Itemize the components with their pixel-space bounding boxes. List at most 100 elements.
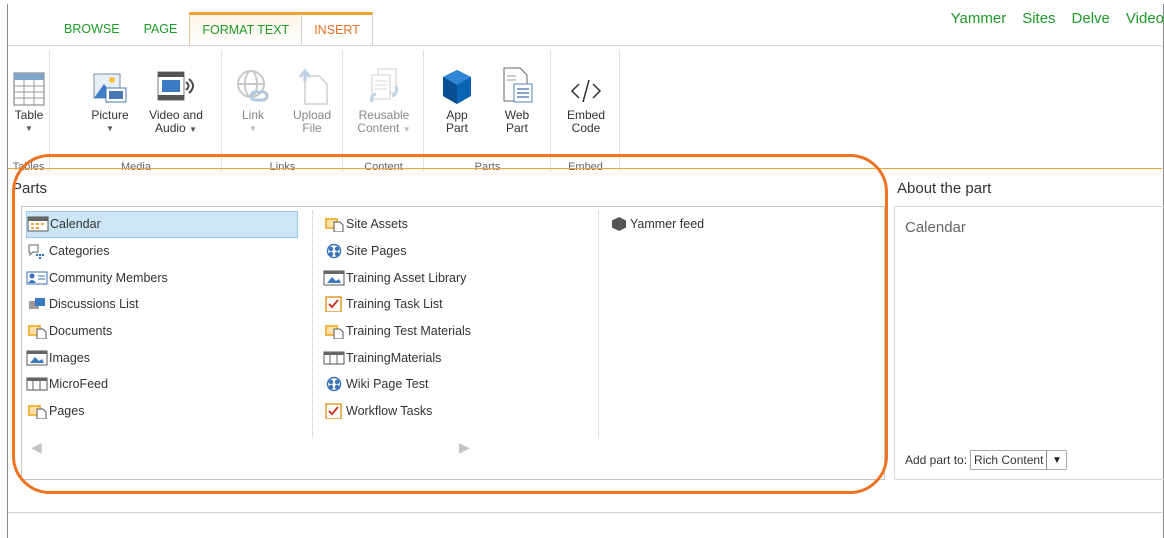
code-icon xyxy=(558,60,614,106)
table-button[interactable]: Table ▼ xyxy=(12,60,46,135)
part-item-discussions-list[interactable]: Discussions List xyxy=(26,291,310,318)
delve-link[interactable]: Delve xyxy=(1072,10,1110,27)
chevron-down-icon: ▼ xyxy=(402,125,411,134)
ribbon-bottom-line xyxy=(8,168,1162,169)
part-item-site-pages[interactable]: Site Pages xyxy=(313,238,596,265)
hexagon-app-icon xyxy=(612,217,626,232)
part-item-workflow-tasks[interactable]: Workflow Tasks xyxy=(313,398,596,425)
globe-link-icon xyxy=(231,60,275,106)
add-part-value: Rich Content xyxy=(974,453,1044,467)
parts-column-1: Calendar Categories Community Members Di… xyxy=(26,211,310,437)
add-part-label: Add part to: xyxy=(905,453,968,467)
video-audio-button[interactable]: Video and Audio ▼ xyxy=(147,60,205,136)
part-item-wiki-page-test[interactable]: Wiki Page Test xyxy=(313,371,596,398)
task-list-icon xyxy=(325,296,342,313)
chevron-down-icon[interactable]: ▼ xyxy=(1046,451,1066,469)
sites-link[interactable]: Sites xyxy=(1022,10,1055,27)
video-link[interactable]: Video xyxy=(1126,10,1164,27)
group-title-embed: Embed xyxy=(568,161,603,172)
group-tables: Table ▼ Tables xyxy=(8,50,50,172)
embed-code-button[interactable]: Embed Code xyxy=(558,60,614,135)
suite-links: Yammer Sites Delve Video xyxy=(951,10,1164,27)
part-item-yammer-feed[interactable]: Yammer feed xyxy=(599,211,882,238)
tab-browse[interactable]: BROWSE xyxy=(52,12,132,46)
part-label: Images xyxy=(49,350,90,365)
next-arrow-icon[interactable]: ▶ xyxy=(459,439,470,456)
part-item-categories[interactable]: Categories xyxy=(26,238,310,265)
bottom-divider xyxy=(8,512,1162,513)
previous-arrow-icon[interactable]: ◀ xyxy=(31,439,42,456)
video-label-line2: Audio xyxy=(155,121,186,135)
group-title-parts: Parts xyxy=(474,161,501,172)
part-item-documents[interactable]: Documents xyxy=(26,318,310,345)
app-part-button[interactable]: App Part xyxy=(433,60,481,135)
part-item-training-asset-library[interactable]: Training Asset Library xyxy=(313,264,596,291)
tab-insert[interactable]: INSERT xyxy=(301,12,373,46)
part-item-site-assets[interactable]: Site Assets xyxy=(313,211,596,238)
part-label: Discussions List xyxy=(49,297,139,312)
yammer-link[interactable]: Yammer xyxy=(951,10,1007,27)
upload-file-button[interactable]: Upload File xyxy=(285,60,339,135)
part-item-community-members[interactable]: Community Members xyxy=(26,264,310,291)
reusable-content-icon xyxy=(350,60,418,106)
web-part-button[interactable]: Web Part xyxy=(493,60,541,135)
tab-format-text[interactable]: FORMAT TEXT xyxy=(189,12,302,46)
part-label: Training Task List xyxy=(346,297,443,312)
picture-button[interactable]: Picture ▼ xyxy=(85,60,135,135)
discussion-icon xyxy=(29,298,45,310)
chevron-down-icon: ▼ xyxy=(106,124,114,133)
upload-label-line2: File xyxy=(302,121,322,135)
parts-title: Parts xyxy=(12,180,48,197)
wiki-icon xyxy=(326,377,342,392)
ribbon-tabs: BROWSE PAGE FORMAT TEXT INSERT xyxy=(52,12,373,46)
table-label: Table xyxy=(14,108,44,122)
chevron-down-icon: ▼ xyxy=(25,124,33,133)
image-library-icon xyxy=(323,270,345,286)
wiki-icon xyxy=(326,243,342,259)
part-label: Workflow Tasks xyxy=(346,404,433,419)
parts-list: Calendar Categories Community Members Di… xyxy=(21,206,885,480)
group-content: Reusable Content ▼ Content xyxy=(344,50,424,172)
document-library-icon xyxy=(325,218,344,233)
reusable-content-button[interactable]: Reusable Content ▼ xyxy=(350,60,418,136)
part-label: Documents xyxy=(49,324,113,339)
part-item-training-test-materials[interactable]: Training Test Materials xyxy=(313,318,596,345)
part-item-calendar[interactable]: Calendar xyxy=(26,211,298,238)
about-title: About the part xyxy=(897,180,992,197)
link-label: Link xyxy=(241,108,264,122)
part-item-training-task-list[interactable]: Training Task List xyxy=(313,291,596,318)
chevron-down-icon: ▼ xyxy=(249,124,257,133)
part-label: Pages xyxy=(49,404,85,419)
part-label: Training Asset Library xyxy=(346,270,467,285)
list-icon xyxy=(323,351,345,365)
group-title-media: Media xyxy=(121,161,151,172)
add-part-select[interactable]: Rich Content ▼ xyxy=(970,450,1068,470)
picture-label: Picture xyxy=(91,108,129,122)
group-embed: Embed Code Embed xyxy=(552,50,620,172)
embed-label-line2: Code xyxy=(571,121,601,135)
part-item-pages[interactable]: Pages xyxy=(26,398,310,425)
picture-icon xyxy=(85,60,135,106)
document-library-icon xyxy=(28,325,47,340)
part-item-trainingmaterials[interactable]: TrainingMaterials xyxy=(313,344,596,371)
categories-icon xyxy=(28,244,44,260)
table-icon xyxy=(12,60,46,106)
tab-page[interactable]: PAGE xyxy=(132,12,190,46)
video-icon xyxy=(147,60,205,106)
web-part-icon xyxy=(493,60,541,106)
members-icon xyxy=(26,271,48,285)
link-button[interactable]: Link ▼ xyxy=(231,60,275,135)
reusable-label-line2: Content xyxy=(357,121,400,135)
about-part-panel: Calendar Add part to: Rich Content ▼ xyxy=(894,206,1164,480)
app-part-label-line2: Part xyxy=(445,121,468,135)
part-item-microfeed[interactable]: MicroFeed xyxy=(26,371,310,398)
part-label: Categories xyxy=(49,244,110,259)
part-item-images[interactable]: Images xyxy=(26,344,310,371)
part-label: Site Pages xyxy=(346,244,407,259)
add-part-row: Add part to: Rich Content ▼ xyxy=(905,450,1068,470)
part-label: MicroFeed xyxy=(49,377,109,392)
document-library-icon xyxy=(28,405,47,420)
about-part-name: Calendar xyxy=(905,219,966,236)
task-list-icon xyxy=(325,403,342,420)
parts-column-3: Yammer feed xyxy=(598,211,882,437)
